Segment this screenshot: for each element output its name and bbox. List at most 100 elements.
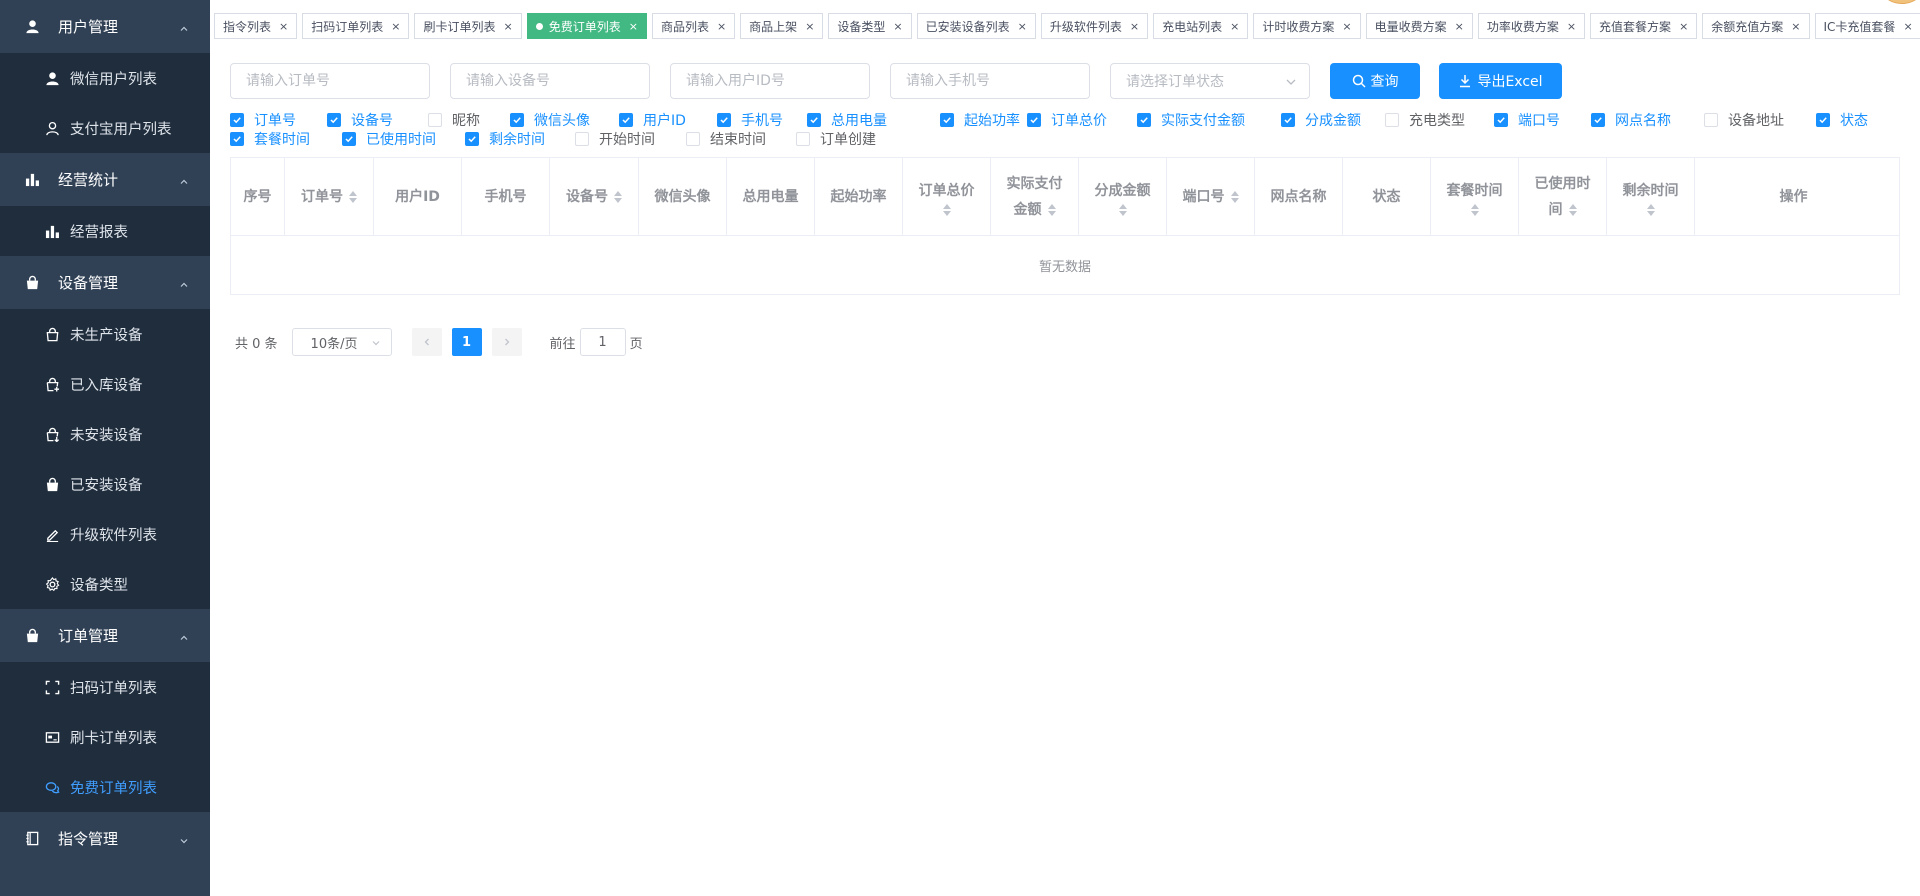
sort-caret-icon[interactable] (1230, 190, 1239, 203)
column-toggle-checkbox[interactable]: 套餐时间 (230, 129, 310, 149)
table-header-cell[interactable]: 订单号 (285, 158, 374, 235)
close-icon[interactable]: × (629, 20, 638, 33)
column-toggle-checkbox[interactable]: 已使用时间 (342, 129, 436, 149)
sidebar-group-2[interactable]: 设备管理 (0, 256, 210, 309)
table-header-cell[interactable]: 订单总价 (903, 158, 991, 235)
close-icon[interactable]: × (503, 20, 512, 33)
close-icon[interactable]: × (1342, 20, 1351, 33)
close-icon[interactable]: × (805, 20, 814, 33)
sort-caret-icon[interactable] (1568, 203, 1577, 216)
sidebar-group-1[interactable]: 经营统计 (0, 153, 210, 206)
table-header-cell[interactable]: 实际支付 金额 (991, 158, 1079, 235)
sidebar-item[interactable]: 设备类型 (0, 559, 210, 609)
tag-item[interactable]: 免费订单列表 × (526, 13, 647, 39)
tag-item[interactable]: 余额充值方案 × (1702, 13, 1810, 39)
tag-item[interactable]: 电量收费方案 × (1365, 13, 1473, 39)
tag-item[interactable]: IC卡充值套餐 × (1814, 13, 1920, 39)
order-no-input[interactable] (230, 63, 430, 99)
column-toggle-checkbox[interactable]: 结束时间 (686, 129, 766, 149)
close-icon[interactable]: × (1791, 20, 1800, 33)
page-size-select[interactable]: 10条/页 (291, 328, 392, 356)
sidebar-item[interactable]: 未生产设备 (0, 309, 210, 359)
tag-item[interactable]: 扫码订单列表 × (302, 13, 410, 39)
close-icon[interactable]: × (1903, 20, 1912, 33)
sort-caret-icon[interactable] (1047, 203, 1056, 216)
close-icon[interactable]: × (1455, 20, 1464, 33)
close-icon[interactable]: × (1130, 20, 1139, 33)
sidebar-item[interactable]: 支付宝用户列表 (0, 103, 210, 153)
tag-item[interactable]: 充电站列表 × (1153, 13, 1249, 39)
close-icon[interactable]: × (1018, 20, 1027, 33)
phone-input[interactable] (890, 63, 1090, 99)
column-toggle-checkbox[interactable]: 订单总价 (1027, 110, 1107, 130)
sidebar-item[interactable]: 未安装设备 (0, 409, 210, 459)
sort-caret-icon[interactable] (1118, 203, 1127, 216)
tag-item[interactable]: 刷卡订单列表 × (414, 13, 522, 39)
table-header-cell[interactable]: 已使用时间 (1519, 158, 1607, 235)
column-toggle-checkbox[interactable]: 充电类型 (1385, 110, 1465, 130)
close-icon[interactable]: × (717, 20, 726, 33)
sidebar-item[interactable]: 免费订单列表 (0, 762, 210, 812)
order-status-select[interactable]: 请选择订单状态 (1110, 63, 1310, 99)
close-icon[interactable]: × (893, 20, 902, 33)
column-toggle-checkbox[interactable]: 微信头像 (510, 110, 590, 130)
sort-caret-icon[interactable] (614, 190, 622, 203)
next-page-button[interactable] (491, 328, 522, 356)
column-toggle-checkbox[interactable]: 手机号 (717, 110, 783, 130)
tag-item[interactable]: 升级软件列表 × (1040, 13, 1149, 39)
column-toggle-checkbox[interactable]: 订单创建 (796, 129, 876, 149)
sort-caret-icon[interactable] (942, 203, 951, 216)
table-header-cell[interactable]: 分成金额 (1079, 158, 1167, 235)
column-toggle-checkbox[interactable]: 开始时间 (575, 129, 655, 149)
sort-caret-icon[interactable] (1646, 203, 1655, 216)
close-icon[interactable]: × (391, 20, 400, 33)
tag-item[interactable]: 充值套餐方案 × (1590, 13, 1698, 39)
tag-item[interactable]: 计时收费方案 × (1253, 13, 1361, 39)
column-toggle-checkbox[interactable]: 订单号 (230, 110, 296, 130)
close-icon[interactable]: × (279, 20, 288, 33)
sidebar-item[interactable]: 已入库设备 (0, 359, 210, 409)
tag-item[interactable]: 指令列表 × (214, 13, 298, 39)
close-icon[interactable]: × (1567, 20, 1576, 33)
column-toggle-checkbox[interactable]: 总用电量 (807, 110, 887, 130)
close-icon[interactable]: × (1679, 20, 1688, 33)
table-header-cell[interactable]: 剩余时间 (1607, 158, 1695, 235)
sidebar-item[interactable]: 升级软件列表 (0, 509, 210, 559)
device-no-input[interactable] (450, 63, 650, 99)
tag-item[interactable]: 商品上架 × (740, 13, 824, 39)
column-toggle-checkbox[interactable]: 网点名称 (1591, 110, 1671, 130)
table-header-cell[interactable]: 套餐时间 (1431, 158, 1519, 235)
avatar[interactable] (1884, 0, 1920, 4)
query-button[interactable]: 查询 (1330, 63, 1420, 99)
sidebar-item[interactable]: 已安装设备 (0, 459, 210, 509)
sidebar-item[interactable]: 扫码订单列表 (0, 662, 210, 712)
column-toggle-checkbox[interactable]: 起始功率 (940, 110, 1020, 130)
column-toggle-checkbox[interactable]: 设备号 (327, 110, 393, 130)
column-toggle-checkbox[interactable]: 端口号 (1494, 110, 1560, 130)
sidebar-group-3[interactable]: 订单管理 (0, 609, 210, 662)
column-toggle-checkbox[interactable]: 分成金额 (1281, 110, 1361, 130)
table-header-cell[interactable]: 设备号 (550, 158, 639, 235)
column-toggle-checkbox[interactable]: 实际支付金额 (1137, 110, 1245, 130)
tag-item[interactable]: 设备类型 × (828, 13, 912, 39)
tag-item[interactable]: 商品列表 × (651, 13, 736, 39)
sidebar-item[interactable]: 刷卡订单列表 (0, 712, 210, 762)
goto-page-input[interactable] (579, 328, 626, 356)
column-toggle-checkbox[interactable]: 设备地址 (1704, 110, 1784, 130)
table-header-cell[interactable]: 端口号 (1167, 158, 1255, 235)
sort-caret-icon[interactable] (349, 190, 357, 203)
page-number-current[interactable]: 1 (451, 328, 482, 356)
column-toggle-checkbox[interactable]: 用户ID (619, 110, 686, 130)
tag-item[interactable]: 已安装设备列表 × (916, 13, 1036, 39)
sidebar-item[interactable]: 微信用户列表 (0, 53, 210, 103)
sidebar-group-4[interactable]: 指令管理 (0, 812, 210, 865)
sidebar-group-0[interactable]: 用户管理 (0, 0, 210, 53)
export-excel-button[interactable]: 导出Excel (1439, 63, 1562, 99)
column-toggle-checkbox[interactable]: 昵称 (428, 110, 480, 130)
column-toggle-checkbox[interactable]: 状态 (1816, 110, 1868, 130)
tag-item[interactable]: 功率收费方案 × (1477, 13, 1586, 39)
prev-page-button[interactable] (411, 328, 442, 356)
close-icon[interactable]: × (1230, 20, 1239, 33)
user-id-input[interactable] (670, 63, 870, 99)
sort-caret-icon[interactable] (1470, 203, 1479, 216)
